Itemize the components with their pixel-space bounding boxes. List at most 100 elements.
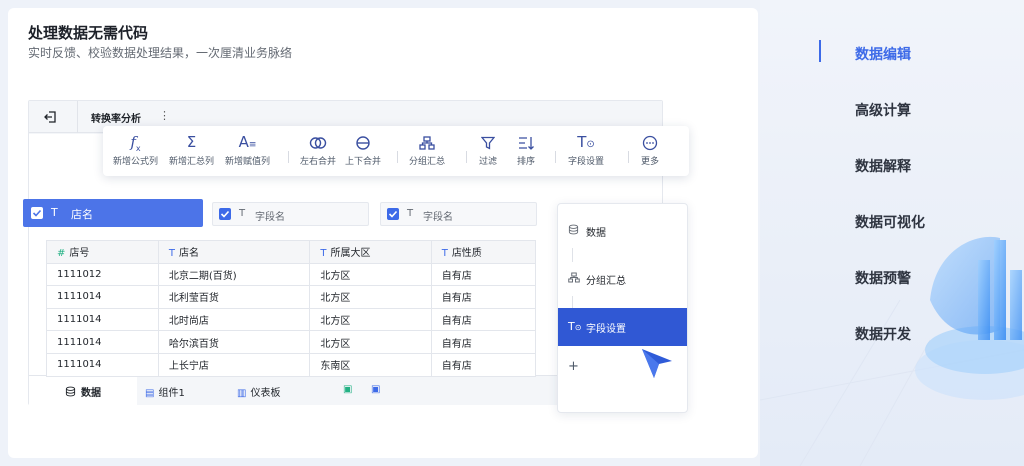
- group-summary-button[interactable]: 分组汇总: [409, 132, 445, 167]
- table-cell[interactable]: 哈尔滨百货: [157, 330, 311, 354]
- table-cell[interactable]: 1111014: [46, 307, 159, 332]
- merge-lr-icon: [300, 132, 336, 152]
- tool-label: 排序: [517, 157, 536, 167]
- field-chip-selected[interactable]: T 店名: [23, 199, 203, 227]
- number-type-icon: #: [57, 248, 66, 260]
- decorative-illustration: [760, 0, 1024, 466]
- column-header[interactable]: T 店性质: [430, 240, 537, 264]
- add-component-icon[interactable]: ▣: [343, 384, 356, 395]
- field-settings-button[interactable]: T⊙ 字段设置: [568, 132, 604, 167]
- field-chip[interactable]: T 字段名: [380, 202, 537, 226]
- menu-item-data-alert[interactable]: 数据预警: [855, 268, 911, 288]
- table-cell[interactable]: 1111012: [46, 262, 159, 287]
- flow-node-field-settings[interactable]: T⊙ 字段设置: [558, 308, 687, 346]
- flow-node-group-summary[interactable]: 分组汇总: [558, 262, 687, 296]
- table-cell[interactable]: 自有店: [430, 307, 537, 332]
- header-divider: [77, 101, 78, 133]
- analysis-tab[interactable]: 转换率分析: [91, 110, 141, 125]
- transform-toolbar: fx 新增公式列 Σ 新增汇总列 A≡ 新增赋值列 左右合并 上下合并 分组汇总…: [103, 126, 689, 176]
- tool-label: 新增汇总列: [169, 157, 215, 167]
- column-header-label: 店号: [69, 248, 90, 260]
- field-chip-label: 店名: [71, 208, 93, 221]
- text-type-icon: T: [168, 248, 175, 260]
- text-type-icon: T: [407, 208, 414, 219]
- add-formula-column-button[interactable]: fx 新增公式列: [113, 132, 158, 167]
- table-cell[interactable]: 东南区: [309, 352, 432, 377]
- checkbox-checked-icon[interactable]: [219, 208, 231, 220]
- dashboard-icon: ▥: [237, 388, 247, 399]
- card-subtitle: 实时反馈、校验数据处理结果，一次厘清业务脉络: [28, 46, 293, 60]
- bottom-tab-dashboard[interactable]: ▥ 仪表板: [237, 384, 280, 399]
- table-cell[interactable]: 上长宁店: [157, 352, 311, 377]
- tool-label: 分组汇总: [409, 157, 446, 167]
- menu-item-data-explain[interactable]: 数据解释: [855, 156, 911, 176]
- table-cell[interactable]: 自有店: [430, 352, 537, 377]
- column-header[interactable]: # 店号: [46, 240, 159, 264]
- table-row: 1111014 北时尚店 北方区 自有店: [46, 307, 537, 332]
- text-type-icon: T: [441, 248, 448, 260]
- sigma-icon: Σ: [186, 133, 197, 151]
- add-assign-column-button[interactable]: A≡ 新增赋值列: [225, 132, 270, 167]
- data-table: # 店号 T 店名 T 所属大区 T 店性质 1111012 北京二期(百货) 北方区 …: [46, 240, 537, 377]
- field-chip[interactable]: T 字段名: [212, 202, 369, 226]
- more-button[interactable]: 更多: [641, 132, 659, 167]
- filter-button[interactable]: 过滤: [479, 132, 497, 167]
- table-cell[interactable]: 自有店: [430, 262, 537, 287]
- flow-connector: [572, 248, 573, 262]
- checkbox-checked-icon[interactable]: [387, 208, 399, 220]
- menu-item-advanced-calc[interactable]: 高级计算: [855, 100, 911, 120]
- toolbar-divider: [288, 151, 289, 163]
- tab-more-icon[interactable]: ⋮: [159, 109, 170, 122]
- bottom-tab-data[interactable]: 数据: [29, 376, 137, 406]
- bottom-tab-component[interactable]: ▤ 组件1: [145, 384, 185, 399]
- table-cell[interactable]: 自有店: [430, 330, 537, 354]
- table-cell[interactable]: 北方区: [309, 285, 432, 309]
- table-cell[interactable]: 北利莹百货: [157, 285, 311, 309]
- table-cell[interactable]: 北方区: [309, 330, 432, 354]
- checkbox-checked-icon[interactable]: [31, 207, 43, 219]
- column-header[interactable]: T 所属大区: [309, 240, 432, 264]
- sort-button[interactable]: 排序: [517, 132, 535, 167]
- table-cell[interactable]: 北方区: [309, 262, 432, 287]
- merge-ud-icon: [345, 132, 381, 152]
- tool-label: 新增赋值列: [225, 157, 271, 167]
- toolbar-divider: [628, 151, 629, 163]
- merge-left-right-button[interactable]: 左右合并: [300, 132, 336, 167]
- component-icon: ▤: [145, 388, 155, 399]
- filter-icon: [479, 132, 497, 152]
- table-cell[interactable]: 北方区: [309, 307, 432, 332]
- sort-icon: [517, 132, 535, 152]
- menu-item-data-dev[interactable]: 数据开发: [855, 324, 911, 344]
- flow-node-data[interactable]: 数据: [558, 214, 687, 248]
- exit-icon[interactable]: [43, 109, 59, 125]
- menu-item-data-edit[interactable]: 数据编辑: [855, 44, 911, 64]
- menu-item-visualization[interactable]: 数据可视化: [855, 212, 925, 232]
- field-settings-icon: T⊙: [577, 133, 595, 151]
- bottom-tab-label: 组件1: [158, 388, 185, 399]
- merge-up-down-button[interactable]: 上下合并: [345, 132, 381, 167]
- table-cell[interactable]: 1111014: [46, 330, 159, 354]
- table-cell[interactable]: 北京二期(百货): [157, 262, 311, 287]
- pointer-cursor-icon: [642, 349, 672, 378]
- add-node-icon[interactable]: +: [568, 359, 579, 374]
- bottom-tab-label: 仪表板: [250, 388, 281, 399]
- table-row: 1111014 上长宁店 东南区 自有店: [46, 352, 537, 377]
- table-cell[interactable]: 1111014: [46, 285, 159, 309]
- field-settings-icon: T⊙: [568, 320, 582, 333]
- flow-node-label: 分组汇总: [586, 276, 626, 287]
- text-type-icon: T: [239, 208, 246, 219]
- table-cell[interactable]: 北时尚店: [157, 307, 311, 332]
- text-type-icon: T: [51, 206, 58, 219]
- table-row: 1111014 哈尔滨百货 北方区 自有店: [46, 330, 537, 354]
- column-header[interactable]: T 店名: [157, 240, 311, 264]
- field-chip-label: 字段名: [423, 212, 453, 223]
- add-dashboard-icon[interactable]: ▣: [371, 384, 384, 395]
- function-icon: fx: [130, 133, 141, 153]
- database-icon: [568, 224, 579, 238]
- table-cell[interactable]: 1111014: [46, 352, 159, 377]
- table-cell[interactable]: 自有店: [430, 285, 537, 309]
- add-summary-column-button[interactable]: Σ 新增汇总列: [169, 132, 214, 167]
- bottom-tab-label: 数据: [81, 388, 101, 399]
- more-icon: [641, 132, 659, 152]
- flow-node-label: 数据: [586, 228, 606, 239]
